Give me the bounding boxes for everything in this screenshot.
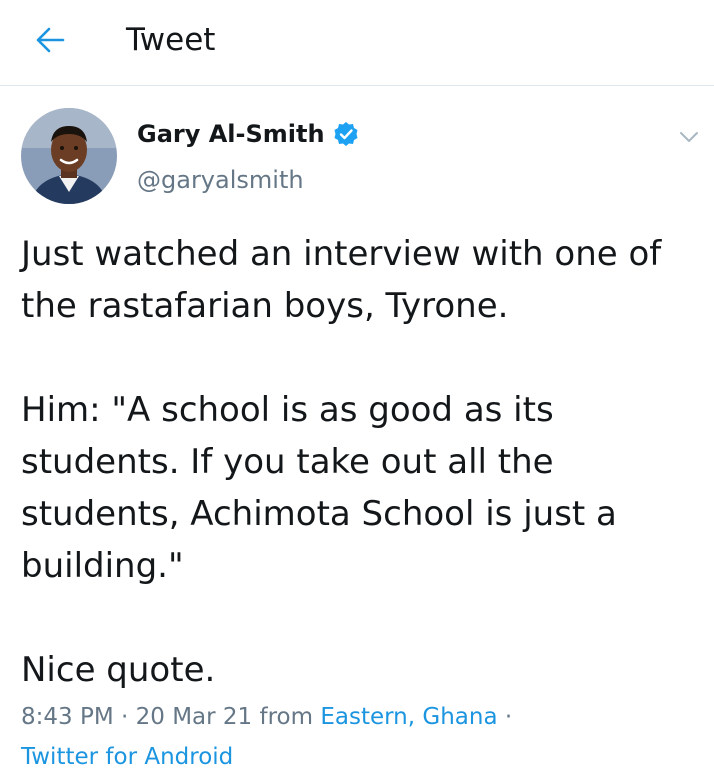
- meta-separator: ·: [497, 704, 513, 730]
- author-name-row[interactable]: Gary Al-Smith: [137, 117, 359, 151]
- tweet-paragraph: Nice quote.: [21, 650, 216, 690]
- author-handle[interactable]: @garyalsmith: [137, 163, 304, 197]
- meta-separator: ·: [113, 704, 136, 730]
- source-link[interactable]: Twitter for Android: [21, 744, 233, 770]
- tweet-body: Just watched an interview with one of th…: [21, 228, 705, 696]
- verified-badge-icon: [334, 122, 358, 146]
- tweet-menu-button[interactable]: [674, 122, 704, 152]
- chevron-down-icon: [680, 132, 698, 142]
- author-name: Gary Al-Smith: [137, 120, 325, 148]
- tweet-paragraph: Him: "A school is as good as its student…: [21, 390, 617, 586]
- tweet-time: 8:43 PM: [21, 704, 114, 730]
- tweet-date: 20 Mar 21: [135, 704, 253, 730]
- page-title: Tweet: [126, 22, 216, 58]
- avatar[interactable]: [21, 108, 117, 204]
- location-link[interactable]: Eastern, Ghana: [320, 704, 497, 730]
- arrow-left-icon: [36, 27, 65, 53]
- top-bar: Tweet: [0, 0, 714, 86]
- tweet-meta: 8:43 PM · 20 Mar 21 from Eastern, Ghana …: [21, 697, 705, 777]
- back-button[interactable]: [28, 20, 72, 60]
- profile-photo: [21, 108, 117, 204]
- from-label: from: [252, 704, 321, 730]
- tweet-paragraph: Just watched an interview with one of th…: [21, 234, 662, 326]
